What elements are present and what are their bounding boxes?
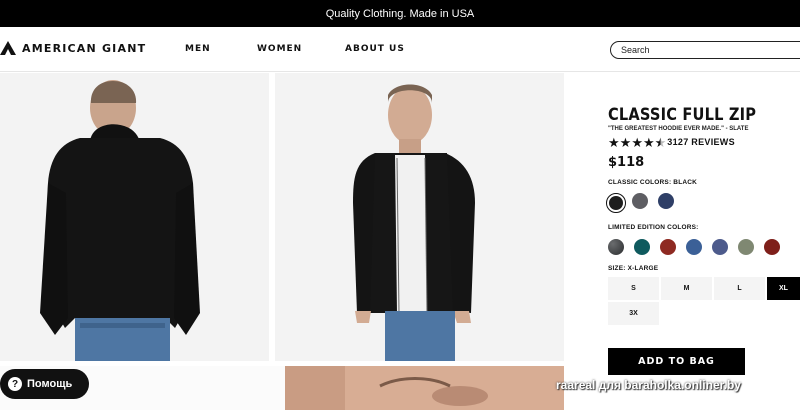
model-back-illustration	[40, 80, 200, 361]
help-label: Помощь	[27, 378, 73, 390]
star-icon: ★	[631, 134, 643, 150]
help-button[interactable]: ? Помощь	[0, 369, 89, 399]
color-swatch-olive[interactable]	[738, 239, 754, 255]
product-image-front[interactable]	[275, 73, 564, 361]
limited-color-swatches	[608, 239, 800, 255]
limited-colors-label: LIMITED EDITION COLORS:	[608, 224, 699, 231]
add-to-bag-button[interactable]: ADD TO BAG	[608, 348, 745, 375]
color-swatch-slate[interactable]	[632, 193, 648, 209]
color-swatch-camo[interactable]	[608, 239, 624, 255]
watermark-text: raareal для baraholka.onliner.by	[556, 378, 741, 392]
brand-logo[interactable]: AMERICAN GIANT	[0, 40, 146, 56]
size-button-xl[interactable]: XL	[767, 277, 800, 300]
size-button-3x[interactable]: 3X	[608, 302, 659, 325]
product-title: CLASSIC FULL ZIP	[608, 105, 757, 125]
half-star-icon: ★	[654, 134, 667, 150]
swatch-fill	[609, 196, 623, 210]
color-swatch-black-selected[interactable]	[606, 193, 626, 213]
announcement-bar: Quality Clothing. Made in USA	[0, 0, 800, 27]
nav-about-us[interactable]: ABOUT US	[345, 44, 405, 54]
site-header: AMERICAN GIANT MEN WOMEN ABOUT US Search	[0, 27, 800, 72]
classic-color-swatches	[606, 193, 800, 213]
star-icon: ★	[608, 134, 620, 150]
color-swatch-indigo[interactable]	[712, 239, 728, 255]
nav-men[interactable]: MEN	[185, 44, 211, 54]
color-swatch-teal[interactable]	[634, 239, 650, 255]
size-label: SIZE: X-LARGE	[608, 265, 659, 272]
question-icon: ?	[8, 377, 22, 391]
star-icon: ★	[619, 134, 632, 150]
color-swatch-rust[interactable]	[660, 239, 676, 255]
star-icon: ★	[642, 134, 655, 150]
size-button-l[interactable]: L	[714, 277, 765, 300]
search-input[interactable]: Search	[610, 41, 800, 59]
color-swatch-red[interactable]	[764, 239, 780, 255]
size-button-m[interactable]: M	[661, 277, 712, 300]
model-front-illustration	[353, 84, 475, 361]
logo-text: AMERICAN GIANT	[22, 41, 147, 55]
classic-colors-label: CLASSIC COLORS: BLACK	[608, 179, 698, 186]
product-details: CLASSIC FULL ZIP "THE GREATEST HOODIE EV…	[606, 105, 800, 327]
color-swatch-blue[interactable]	[686, 239, 702, 255]
product-rating[interactable]: ★ ★ ★ ★ ★ 3127 REVIEWS	[608, 135, 800, 149]
size-options: S M L XL 3X	[608, 277, 800, 327]
announcement-text: Quality Clothing. Made in USA	[325, 7, 475, 20]
product-price: $118	[608, 155, 645, 170]
logo-mountain-icon	[0, 41, 16, 55]
color-swatch-navy[interactable]	[658, 193, 674, 209]
product-subtitle: "THE GREATEST HOODIE EVER MADE." - SLATE	[608, 126, 749, 132]
size-button-s[interactable]: S	[608, 277, 659, 300]
product-image-back[interactable]	[0, 73, 269, 361]
reviews-link[interactable]: 3127 REVIEWS	[667, 137, 735, 147]
nav-women[interactable]: WOMEN	[257, 44, 302, 54]
